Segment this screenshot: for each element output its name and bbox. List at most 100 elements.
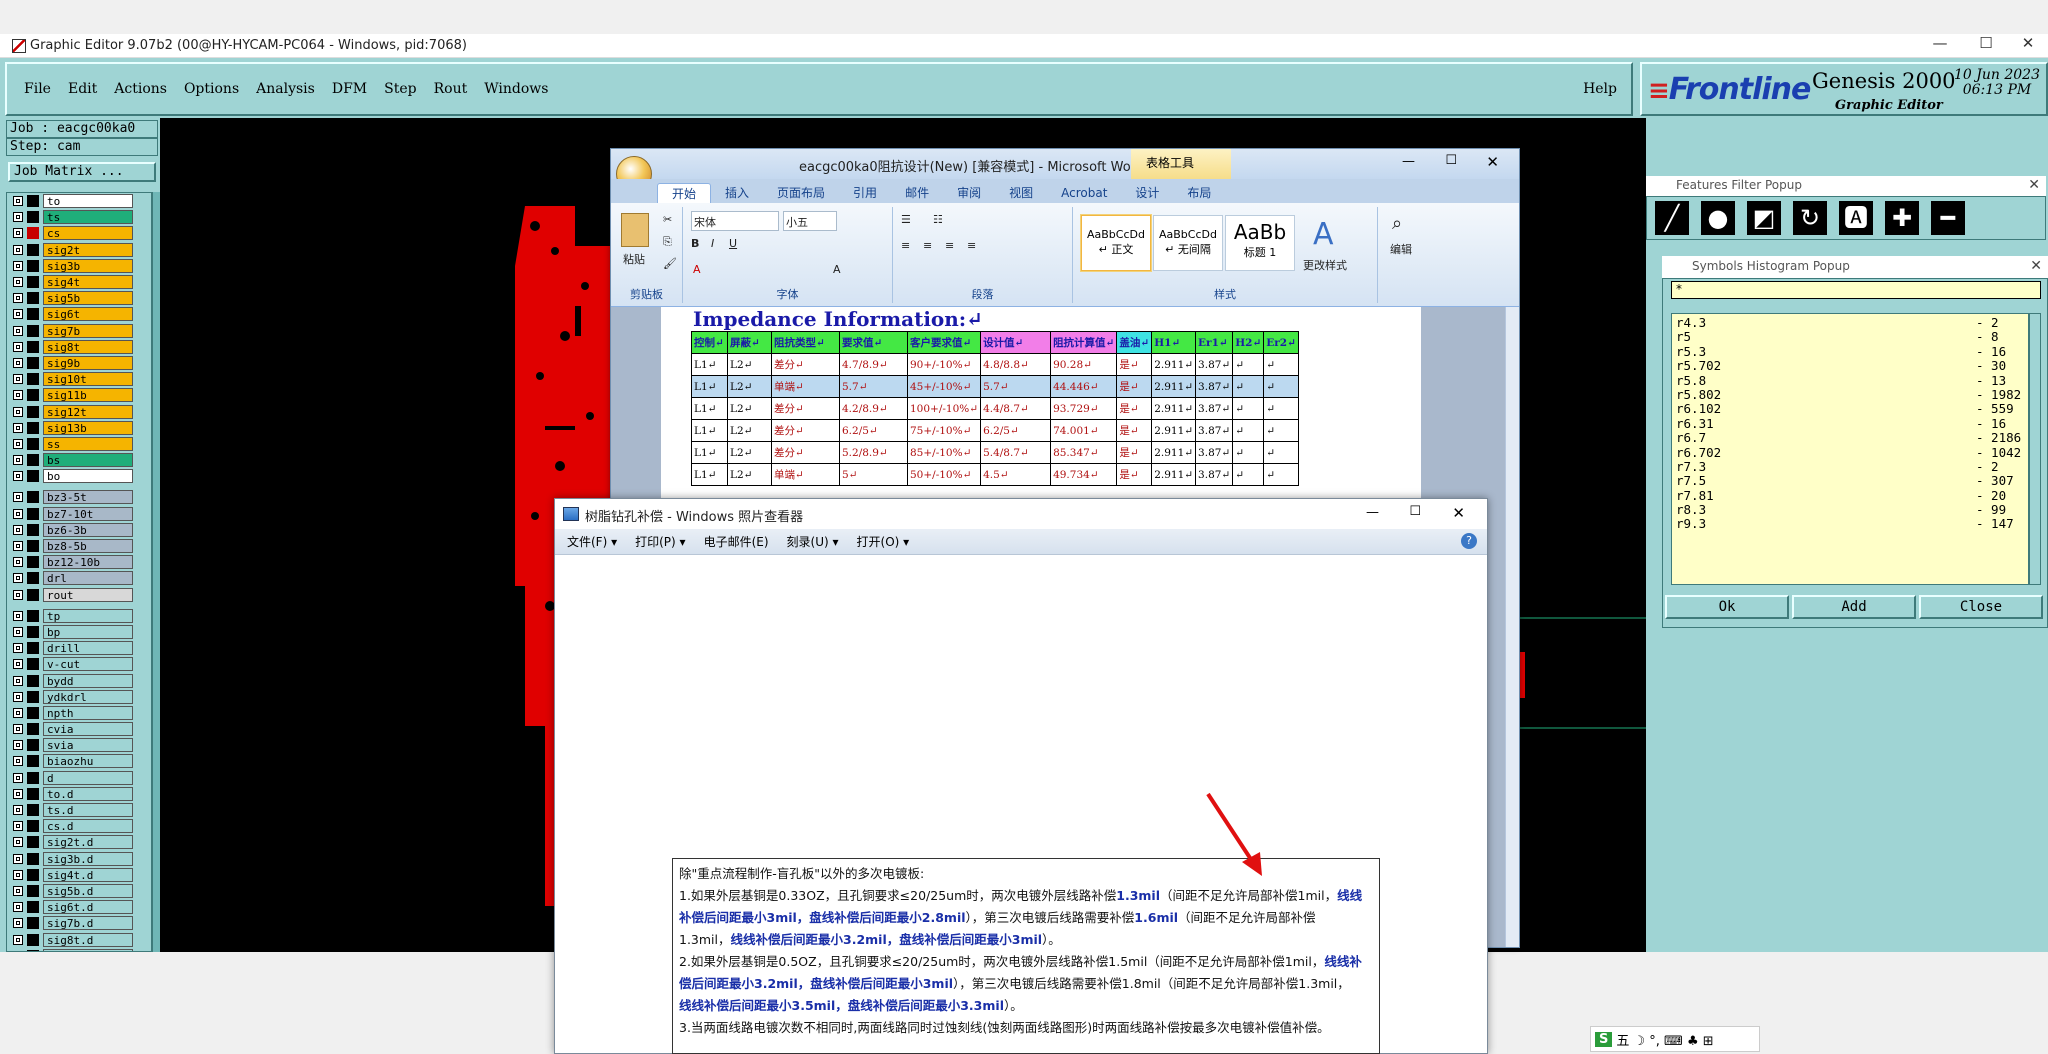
table-cell[interactable]: 5↵ [839, 463, 908, 486]
symbol-row[interactable]: r6.31 - 16 [1676, 416, 2028, 431]
layer-checkbox[interactable] [13, 422, 23, 433]
layer-row[interactable]: sig5b.d [7, 883, 151, 899]
font-color-icon[interactable]: A [693, 263, 701, 276]
layer-row[interactable]: sig8t [7, 339, 151, 355]
layer-row[interactable]: rout [7, 587, 151, 603]
layer-row[interactable]: sig8t.d [7, 931, 151, 947]
numbering-icon[interactable]: ☷ [933, 213, 943, 226]
table-cell[interactable]: L2↵ [727, 463, 772, 486]
layer-row[interactable]: ts [7, 209, 151, 225]
layer-name[interactable]: bz7-10t [43, 506, 133, 521]
layer-row[interactable]: bz12-10b [7, 554, 151, 570]
table-row[interactable]: L1↵ L2↵ 差分↵ 5.2/8.9↵ 85+/-10%↵ 5.4/8.7↵ 85.347… [691, 441, 1299, 464]
minimize-button[interactable]: — [1920, 34, 1960, 52]
paste-icon[interactable] [621, 213, 649, 247]
layer-row[interactable]: bs [7, 452, 151, 468]
ribbon-tab[interactable]: 邮件 [891, 183, 943, 203]
layer-name[interactable]: cs.d [43, 819, 133, 834]
layer-name[interactable]: bz6-3b [43, 522, 133, 537]
table-cell[interactable]: L2↵ [727, 419, 772, 442]
layer-color-swatch[interactable] [27, 787, 39, 800]
table-cell[interactable]: ↵ [1232, 353, 1265, 376]
layer-checkbox[interactable] [13, 541, 23, 552]
table-row[interactable]: L1↵ L2↵ 差分↵ 4.7/8.9↵ 90+/-10%↵ 4.8/8.8↵ 90.28↵… [691, 353, 1299, 376]
layer-checkbox[interactable] [13, 724, 23, 735]
layer-name[interactable]: drl [43, 571, 133, 586]
layer-checkbox[interactable] [13, 675, 23, 686]
symbol-row[interactable]: r6.102 - 559 [1676, 401, 2028, 416]
layer-row[interactable]: cs [7, 225, 151, 241]
layer-color-swatch[interactable] [27, 572, 39, 585]
justify-icon[interactable]: ≡ [967, 239, 976, 252]
layer-row[interactable]: bz7-10t [7, 506, 151, 522]
layer-row[interactable]: ss [7, 436, 151, 452]
ribbon-tab[interactable]: 设计 [1121, 183, 1173, 203]
word-vertical-scrollbar[interactable] [1505, 307, 1519, 947]
table-row[interactable]: L1↵ L2↵ 单端↵ 5.7↵ 45+/-10%↵ 5.7↵ 44.446↵ 是↵ 2.911… [691, 375, 1299, 398]
ribbon-tab[interactable]: Acrobat [1047, 183, 1121, 203]
layer-color-swatch[interactable] [27, 804, 39, 817]
layer-checkbox[interactable] [13, 573, 23, 584]
layer-checkbox[interactable] [13, 228, 23, 239]
layer-row[interactable]: sig10t [7, 371, 151, 387]
layer-name[interactable]: sig5b.d [43, 883, 133, 898]
help-icon[interactable]: ? [1461, 533, 1477, 549]
layer-name[interactable]: d [43, 770, 133, 785]
table-cell[interactable]: 是↵ [1116, 463, 1153, 486]
layer-color-swatch[interactable] [27, 933, 39, 946]
ime-toolbar[interactable]: S 五 ☽ °, ⌨ ♣ ⊞ [1590, 1026, 1760, 1052]
layer-checkbox[interactable] [13, 934, 23, 945]
table-cell[interactable]: ↵ [1232, 397, 1265, 420]
layer-row[interactable]: bz6-3b [7, 522, 151, 538]
find-icon[interactable]: ⌕ [1392, 213, 1402, 234]
layer-name[interactable]: bp [43, 624, 133, 639]
table-cell[interactable]: 差分↵ [771, 441, 840, 464]
layer-color-swatch[interactable] [27, 308, 39, 321]
layer-row[interactable]: d [7, 770, 151, 786]
table-cell[interactable]: 是↵ [1116, 375, 1153, 398]
table-cell[interactable]: 2.911↵ [1151, 397, 1197, 420]
layer-name[interactable]: tp [43, 608, 133, 623]
symbol-list[interactable]: r4.3- 2 r5- 8 r5.3- 16 r5.702- 30 r5.8- 13 r5… [1671, 313, 2029, 585]
table-cell[interactable]: ↵ [1232, 419, 1265, 442]
table-cell[interactable]: 90.28↵ [1050, 353, 1118, 376]
layer-row[interactable]: bz3-5t [7, 489, 151, 505]
layer-color-swatch[interactable] [27, 195, 39, 208]
table-cell[interactable]: 3.87↵ [1195, 353, 1234, 376]
symbol-row[interactable]: r7.5 - 307 [1676, 473, 2028, 488]
table-cell[interactable]: 是↵ [1116, 397, 1153, 420]
layer-color-swatch[interactable] [27, 507, 39, 520]
layer-color-swatch[interactable] [27, 523, 39, 536]
layer-checkbox[interactable] [13, 524, 23, 535]
table-cell[interactable]: 2.911↵ [1151, 419, 1197, 442]
format-painter-icon[interactable]: 🖌 [663, 257, 677, 270]
symbol-row[interactable]: r9.3 - 147 [1676, 517, 2028, 532]
layer-name[interactable]: sig5b [43, 291, 133, 306]
layer-row[interactable]: ydkdrl [7, 689, 151, 705]
table-cell[interactable]: 2.911↵ [1151, 463, 1197, 486]
table-cell[interactable]: 4.7/8.9↵ [839, 353, 908, 376]
layer-row[interactable]: to.d [7, 786, 151, 802]
table-cell[interactable]: ↵ [1232, 375, 1265, 398]
layer-name[interactable]: svia [43, 738, 133, 753]
close-icon[interactable]: ✕ [2028, 177, 2040, 193]
layer-row[interactable]: sig12t [7, 403, 151, 419]
layer-color-swatch[interactable] [27, 356, 39, 369]
layer-checkbox[interactable] [13, 707, 23, 718]
layer-color-swatch[interactable] [27, 588, 39, 601]
layer-color-swatch[interactable] [27, 556, 39, 569]
table-cell[interactable]: 3.87↵ [1195, 397, 1234, 420]
layer-row[interactable]: cvia [7, 721, 151, 737]
negative-polarity-icon[interactable]: ━ [1929, 199, 1967, 237]
table-cell[interactable]: ↵ [1263, 419, 1299, 442]
table-cell[interactable]: 差分↵ [771, 353, 840, 376]
align-center-icon[interactable]: ≡ [923, 239, 932, 252]
layer-checkbox[interactable] [13, 471, 23, 482]
layer-name[interactable]: sig7b.d [43, 916, 133, 931]
layer-row[interactable]: sig6t.d [7, 899, 151, 915]
layer-row[interactable]: ts.d [7, 802, 151, 818]
table-cell[interactable]: 是↵ [1116, 353, 1153, 376]
layer-checkbox[interactable] [13, 260, 23, 271]
layer-color-swatch[interactable] [27, 917, 39, 930]
layer-color-swatch[interactable] [27, 755, 39, 768]
